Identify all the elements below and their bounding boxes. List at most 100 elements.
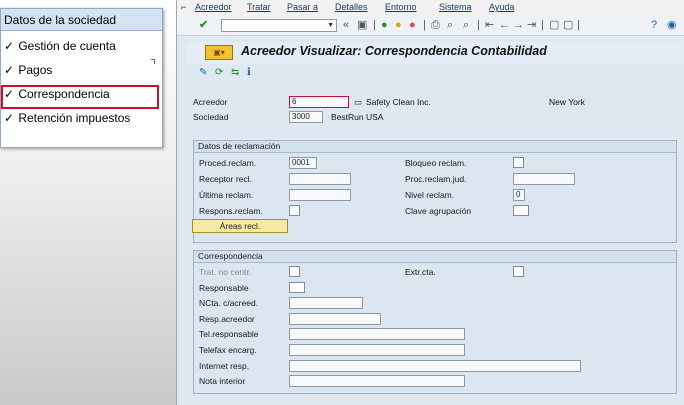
vendor-user-label: Resp.acreedor	[199, 314, 255, 324]
separator: |	[541, 19, 544, 31]
menu-icon[interactable]: ⌐	[181, 0, 186, 14]
vendor-label: Acreedor	[193, 97, 228, 107]
check-icon: ✓	[4, 39, 15, 53]
check-icon: ✓	[4, 111, 15, 125]
shortcut-icon[interactable]: ▢	[563, 19, 573, 32]
transaction-icon: ▣▾	[205, 45, 233, 60]
command-field[interactable]: ▼	[221, 19, 337, 32]
last-dunned-label: Última reclam.	[199, 190, 254, 200]
refresh-icon[interactable]: ⟳	[215, 67, 223, 79]
clerk-fax-label: Telefax encarg.	[199, 345, 257, 355]
grouping-key-field[interactable]	[513, 205, 529, 216]
internet-field[interactable]	[289, 360, 581, 372]
other-vendor-icon[interactable]: ⇆	[231, 67, 239, 79]
exit-icon[interactable]: ●	[395, 19, 402, 32]
dunning-block-field[interactable]	[513, 157, 524, 168]
grouping-key-label: Clave agrupación	[405, 206, 472, 216]
dunning-clerk-field[interactable]	[289, 205, 300, 216]
internet-label: Internet resp.	[199, 361, 250, 371]
save-icon[interactable]: «	[343, 19, 349, 32]
vendor-address-icon[interactable]: ▭	[354, 97, 362, 108]
page-title: Acreedor Visualizar: Correspondencia Con…	[241, 44, 547, 58]
menu-edit[interactable]: Tratar	[247, 0, 271, 14]
clerk-phone-label: Tel.responsable	[199, 329, 259, 339]
clerk-phone-field[interactable]	[289, 328, 465, 340]
menu-help[interactable]: Ayuda	[489, 0, 514, 14]
info-icon[interactable]: ℹ	[247, 67, 251, 79]
checkbox-payments[interactable]: ✓ Pagos	[1, 59, 161, 81]
menu-details[interactable]: Detalles	[335, 0, 368, 14]
dunning-block-label: Bloqueo reclam.	[405, 158, 467, 168]
local-processing-checkbox[interactable]	[289, 266, 300, 277]
company-code-field[interactable]: 3000	[289, 111, 323, 123]
vendor-field[interactable]: 6	[289, 96, 349, 108]
dunning-clerk-label: Respons.reclam.	[199, 206, 263, 216]
account-at-vendor-label: NCta. c/acreed.	[199, 298, 259, 308]
account-at-vendor-field[interactable]	[289, 297, 363, 309]
menu-goto[interactable]: Pasar a	[287, 0, 318, 14]
separator: |	[423, 19, 426, 31]
checkbox-label: Pagos	[18, 63, 53, 77]
find-next-icon[interactable]: ⌕	[463, 19, 469, 32]
standard-toolbar: ✔ ▼ « ▣ | ● ● ● | ⎙ ⌕ ⌕ | ⇤ ← → ⇥ | ▢ ▢ …	[177, 16, 684, 36]
company-name: BestRun USA	[331, 112, 384, 122]
dunning-level-field[interactable]: 0	[513, 189, 525, 201]
print-icon[interactable]: ⎙	[431, 19, 440, 32]
checkbox-withholding-tax[interactable]: ✓ Retención impuestos	[1, 107, 161, 129]
checkbox-label: Gestión de cuenta	[18, 39, 116, 53]
internal-note-field[interactable]	[289, 375, 465, 387]
company-label: Sociedad	[193, 112, 229, 122]
red-corner-mark	[151, 59, 155, 64]
menu-environment[interactable]: Entorno	[385, 0, 417, 14]
help-icon[interactable]: ?	[651, 19, 657, 32]
cancel-icon[interactable]: ●	[409, 19, 416, 32]
last-page-icon[interactable]: ⇥	[527, 19, 536, 32]
account-statement-field[interactable]	[513, 266, 524, 277]
clerk-field[interactable]	[289, 282, 305, 293]
dunning-level-label: Nivel reclam.	[405, 190, 455, 200]
local-processing-label: Trat. no centr.	[199, 267, 252, 277]
new-session-icon[interactable]: ▢	[549, 19, 559, 32]
layout-icon[interactable]: ◉	[667, 19, 677, 32]
menu-vendor[interactable]: Acreedor	[195, 0, 232, 14]
vendor-user-field[interactable]	[289, 313, 381, 325]
dunning-procedure-label: Proced.reclam.	[199, 158, 257, 168]
menu-bar: ⌐ Acreedor Tratar Pasar a Detalles Entor…	[177, 0, 684, 16]
chevron-down-icon[interactable]: ▼	[327, 20, 334, 31]
clerk-fax-field[interactable]	[289, 344, 465, 356]
checkmark-icon[interactable]: ✔	[199, 19, 208, 32]
highlight-box	[1, 85, 159, 109]
save-icon-2[interactable]: ▣	[357, 19, 367, 32]
dunning-procedure-field[interactable]: 0001	[289, 157, 317, 169]
back-icon[interactable]: ●	[381, 19, 388, 32]
checkbox-account-management[interactable]: ✓ Gestión de cuenta	[1, 35, 161, 57]
panel-title: Datos de la sociedad	[1, 9, 162, 31]
sap-window: ⌐ Acreedor Tratar Pasar a Detalles Entor…	[176, 0, 684, 405]
separator: |	[373, 19, 376, 31]
first-page-icon[interactable]: ⇤	[485, 19, 494, 32]
next-page-icon[interactable]: →	[513, 19, 524, 32]
dunning-recipient-label: Receptor recl.	[199, 174, 252, 184]
dunning-recipient-field[interactable]	[289, 173, 351, 185]
menu-system[interactable]: Sistema	[439, 0, 472, 14]
check-icon: ✓	[4, 63, 15, 77]
application-toolbar: ✎ ⟳ ⇆ ℹ	[187, 65, 683, 83]
prev-page-icon[interactable]: ←	[499, 19, 510, 32]
vendor-name: Safety Clean Inc.	[366, 97, 431, 107]
vendor-city: New York	[549, 97, 585, 107]
screen-title-bar: ▣▾ Acreedor Visualizar: Correspondencia …	[187, 42, 683, 64]
last-dunned-field[interactable]	[289, 189, 351, 201]
separator: |	[577, 19, 580, 31]
legal-dunning-field[interactable]	[513, 173, 575, 185]
group-title: Datos de reclamación	[194, 141, 676, 153]
company-data-panel: Datos de la sociedad ✓ Gestión de cuenta…	[0, 8, 163, 148]
legal-dunning-label: Proc.reclam.jud.	[405, 174, 467, 184]
account-statement-label: Extr.cta.	[405, 267, 436, 277]
internal-note-label: Nota interior	[199, 376, 246, 386]
dunning-areas-button[interactable]: Áreas recl.	[192, 219, 288, 233]
edit-pencil-icon[interactable]: ✎	[199, 67, 207, 79]
find-icon[interactable]: ⌕	[447, 19, 453, 32]
separator: |	[477, 19, 480, 31]
checkbox-label: Retención impuestos	[18, 111, 131, 125]
clerk-label: Responsable	[199, 283, 249, 293]
